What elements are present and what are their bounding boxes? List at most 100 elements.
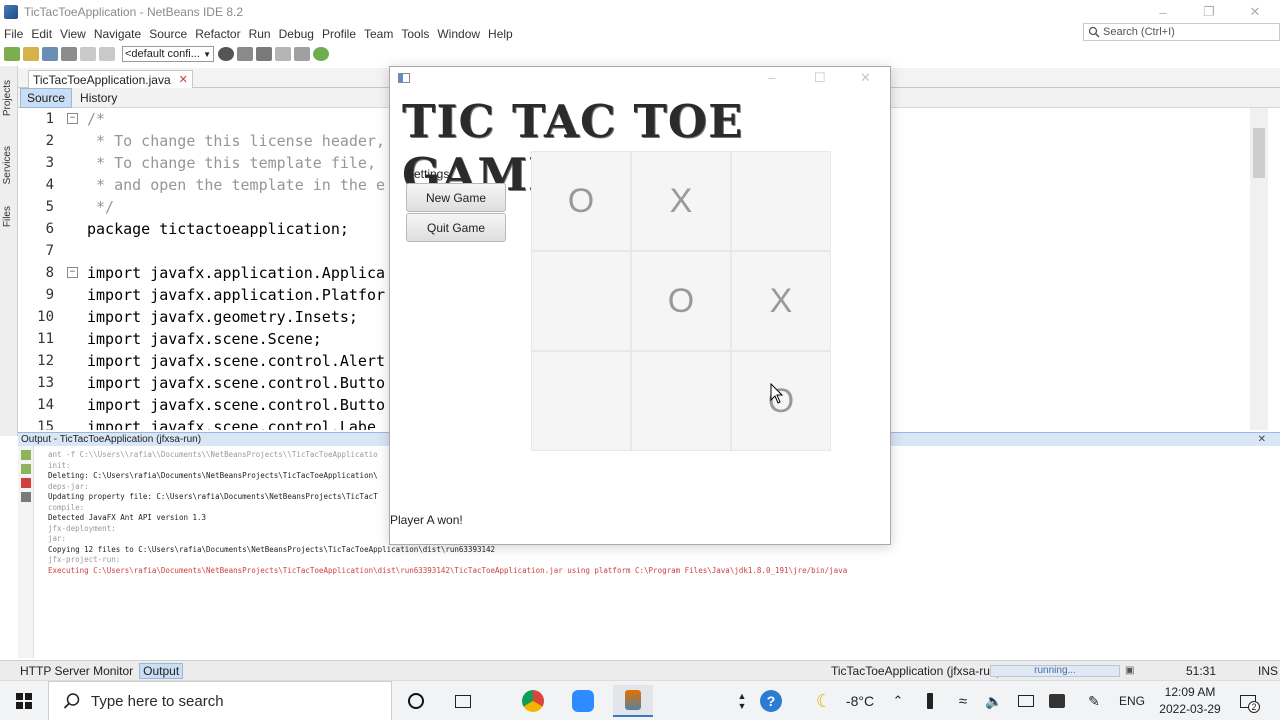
run-icon[interactable] — [275, 47, 291, 61]
pen-icon[interactable]: ✎ — [1083, 681, 1105, 720]
output-line: jar: — [48, 534, 67, 543]
rerun-params-icon[interactable] — [21, 464, 31, 474]
usb-icon[interactable] — [919, 681, 941, 720]
weather-moon-icon[interactable]: ☾ — [812, 681, 836, 720]
undo-icon[interactable] — [80, 47, 96, 61]
start-button[interactable] — [0, 681, 48, 720]
show-hidden-icons[interactable]: ⌃ — [888, 681, 908, 720]
fold-toggle-icon[interactable]: − — [67, 113, 78, 124]
board-cell-1-2[interactable]: X — [731, 251, 831, 351]
build-icon[interactable] — [237, 47, 253, 61]
clean-build-icon[interactable] — [256, 47, 272, 61]
http-monitor-tab[interactable]: HTTP Server Monitor — [20, 664, 133, 678]
close-icon[interactable]: ✕ — [1232, 0, 1278, 24]
search-placeholder: Search (Ctrl+I) — [1103, 26, 1175, 38]
menu-profile[interactable]: Profile — [318, 27, 360, 41]
menu-source[interactable]: Source — [145, 27, 191, 41]
file-tab-label: TicTacToeApplication.java — [33, 72, 171, 87]
menu-debug[interactable]: Debug — [275, 27, 318, 41]
output-tab[interactable]: Output — [139, 662, 184, 679]
action-center-icon[interactable]: 2 — [1234, 681, 1262, 720]
game-maximize-icon[interactable]: ☐ — [814, 70, 826, 86]
search-icon — [1088, 26, 1100, 38]
java-app-icon[interactable] — [613, 685, 653, 717]
search-icon — [63, 693, 80, 709]
code-text: /* — [87, 110, 106, 128]
game-title-bar: – ☐ ✕ — [390, 67, 890, 91]
notification-app-icon[interactable] — [1046, 681, 1068, 720]
files-tab[interactable]: Files — [2, 206, 13, 227]
redo-icon[interactable] — [99, 47, 115, 61]
tab-source[interactable]: Source — [20, 87, 73, 108]
new-file-icon[interactable] — [23, 47, 39, 61]
code-text: import javafx.scene.control.Labe — [87, 418, 376, 430]
language-indicator[interactable]: ENG — [1117, 681, 1147, 720]
cancel-task-icon[interactable]: ▣ — [1125, 665, 1134, 676]
open-project-icon[interactable] — [42, 47, 58, 61]
output-title: Output - TicTacToeApplication (jfxsa-run… — [21, 434, 202, 445]
settings-icon[interactable] — [21, 492, 31, 502]
tab-history[interactable]: History — [74, 89, 123, 107]
fold-toggle-icon[interactable]: − — [67, 267, 78, 278]
target-icon[interactable] — [218, 47, 234, 61]
task-view-icon[interactable] — [443, 685, 483, 717]
board-cell-2-1[interactable] — [631, 351, 731, 451]
help-icon[interactable]: ? — [757, 681, 785, 720]
capture-icon[interactable] — [1015, 681, 1037, 720]
game-status-message: Player A won! — [390, 513, 463, 527]
board-cell-0-0[interactable]: O — [531, 151, 631, 251]
volume-icon[interactable]: 🔈 — [983, 681, 1005, 720]
rerun-icon[interactable] — [21, 450, 31, 460]
menu-refactor[interactable]: Refactor — [191, 27, 244, 41]
line-number: 7 — [45, 243, 54, 259]
cortana-icon[interactable] — [396, 685, 436, 717]
restore-icon[interactable]: ❐ — [1186, 0, 1232, 24]
menu-file[interactable]: File — [0, 27, 27, 41]
temperature[interactable]: -8°C — [840, 681, 880, 720]
output-line: Executing C:\Users\rafia\Documents\NetBe… — [48, 565, 848, 575]
wifi-icon[interactable]: ≈ — [952, 681, 974, 720]
side-panel-strip: Projects Services Files — [0, 66, 18, 436]
services-tab[interactable]: Services — [2, 146, 13, 184]
output-action-strip — [18, 446, 34, 658]
quit-game-button[interactable]: Quit Game — [406, 213, 506, 242]
minimize-icon[interactable]: – — [1140, 0, 1186, 24]
search-input[interactable]: Search (Ctrl+I) — [1083, 23, 1280, 41]
new-project-icon[interactable] — [4, 47, 20, 61]
clock[interactable]: 12:09 AM 2022-03-29 — [1152, 681, 1228, 720]
menu-window[interactable]: Window — [433, 27, 484, 41]
stop-icon[interactable] — [21, 478, 31, 488]
menu-team[interactable]: Team — [360, 27, 397, 41]
menu-edit[interactable]: Edit — [27, 27, 56, 41]
profile-icon[interactable] — [313, 47, 329, 61]
board-cell-1-0[interactable] — [531, 251, 631, 351]
game-board: OXOXO — [531, 151, 831, 451]
taskbar-search[interactable]: Type here to search — [48, 681, 392, 720]
editor-scrollbar[interactable] — [1250, 108, 1268, 430]
chrome-icon[interactable] — [513, 685, 553, 717]
new-game-button[interactable]: New Game — [406, 183, 506, 212]
close-output-icon[interactable]: ✕ — [1258, 434, 1266, 445]
output-line: init: — [48, 460, 71, 470]
game-minimize-icon[interactable]: – — [768, 70, 775, 85]
save-all-icon[interactable] — [61, 47, 77, 61]
board-cell-1-1[interactable]: O — [631, 251, 731, 351]
projects-tab[interactable]: Projects — [2, 80, 13, 116]
menu-view[interactable]: View — [56, 27, 90, 41]
scroll-arrows-icon[interactable]: ▲ ▼ — [736, 681, 748, 720]
menu-tools[interactable]: Tools — [397, 27, 433, 41]
board-cell-2-0[interactable] — [531, 351, 631, 451]
scrollbar-thumb[interactable] — [1253, 128, 1265, 178]
debug-icon[interactable] — [294, 47, 310, 61]
config-select[interactable]: <default confi... ▼ — [122, 46, 214, 62]
window-title: TicTacToeApplication - NetBeans IDE 8.2 — [24, 5, 243, 19]
game-close-icon[interactable]: ✕ — [860, 70, 871, 86]
menu-navigate[interactable]: Navigate — [90, 27, 145, 41]
board-cell-0-1[interactable]: X — [631, 151, 731, 251]
zoom-icon[interactable] — [563, 685, 603, 717]
close-tab-icon[interactable]: ✕ — [179, 73, 188, 86]
board-cell-0-2[interactable] — [731, 151, 831, 251]
menu-help[interactable]: Help — [484, 27, 517, 41]
file-tab[interactable]: TicTacToeApplication.java ✕ — [28, 70, 193, 88]
menu-run[interactable]: Run — [245, 27, 275, 41]
